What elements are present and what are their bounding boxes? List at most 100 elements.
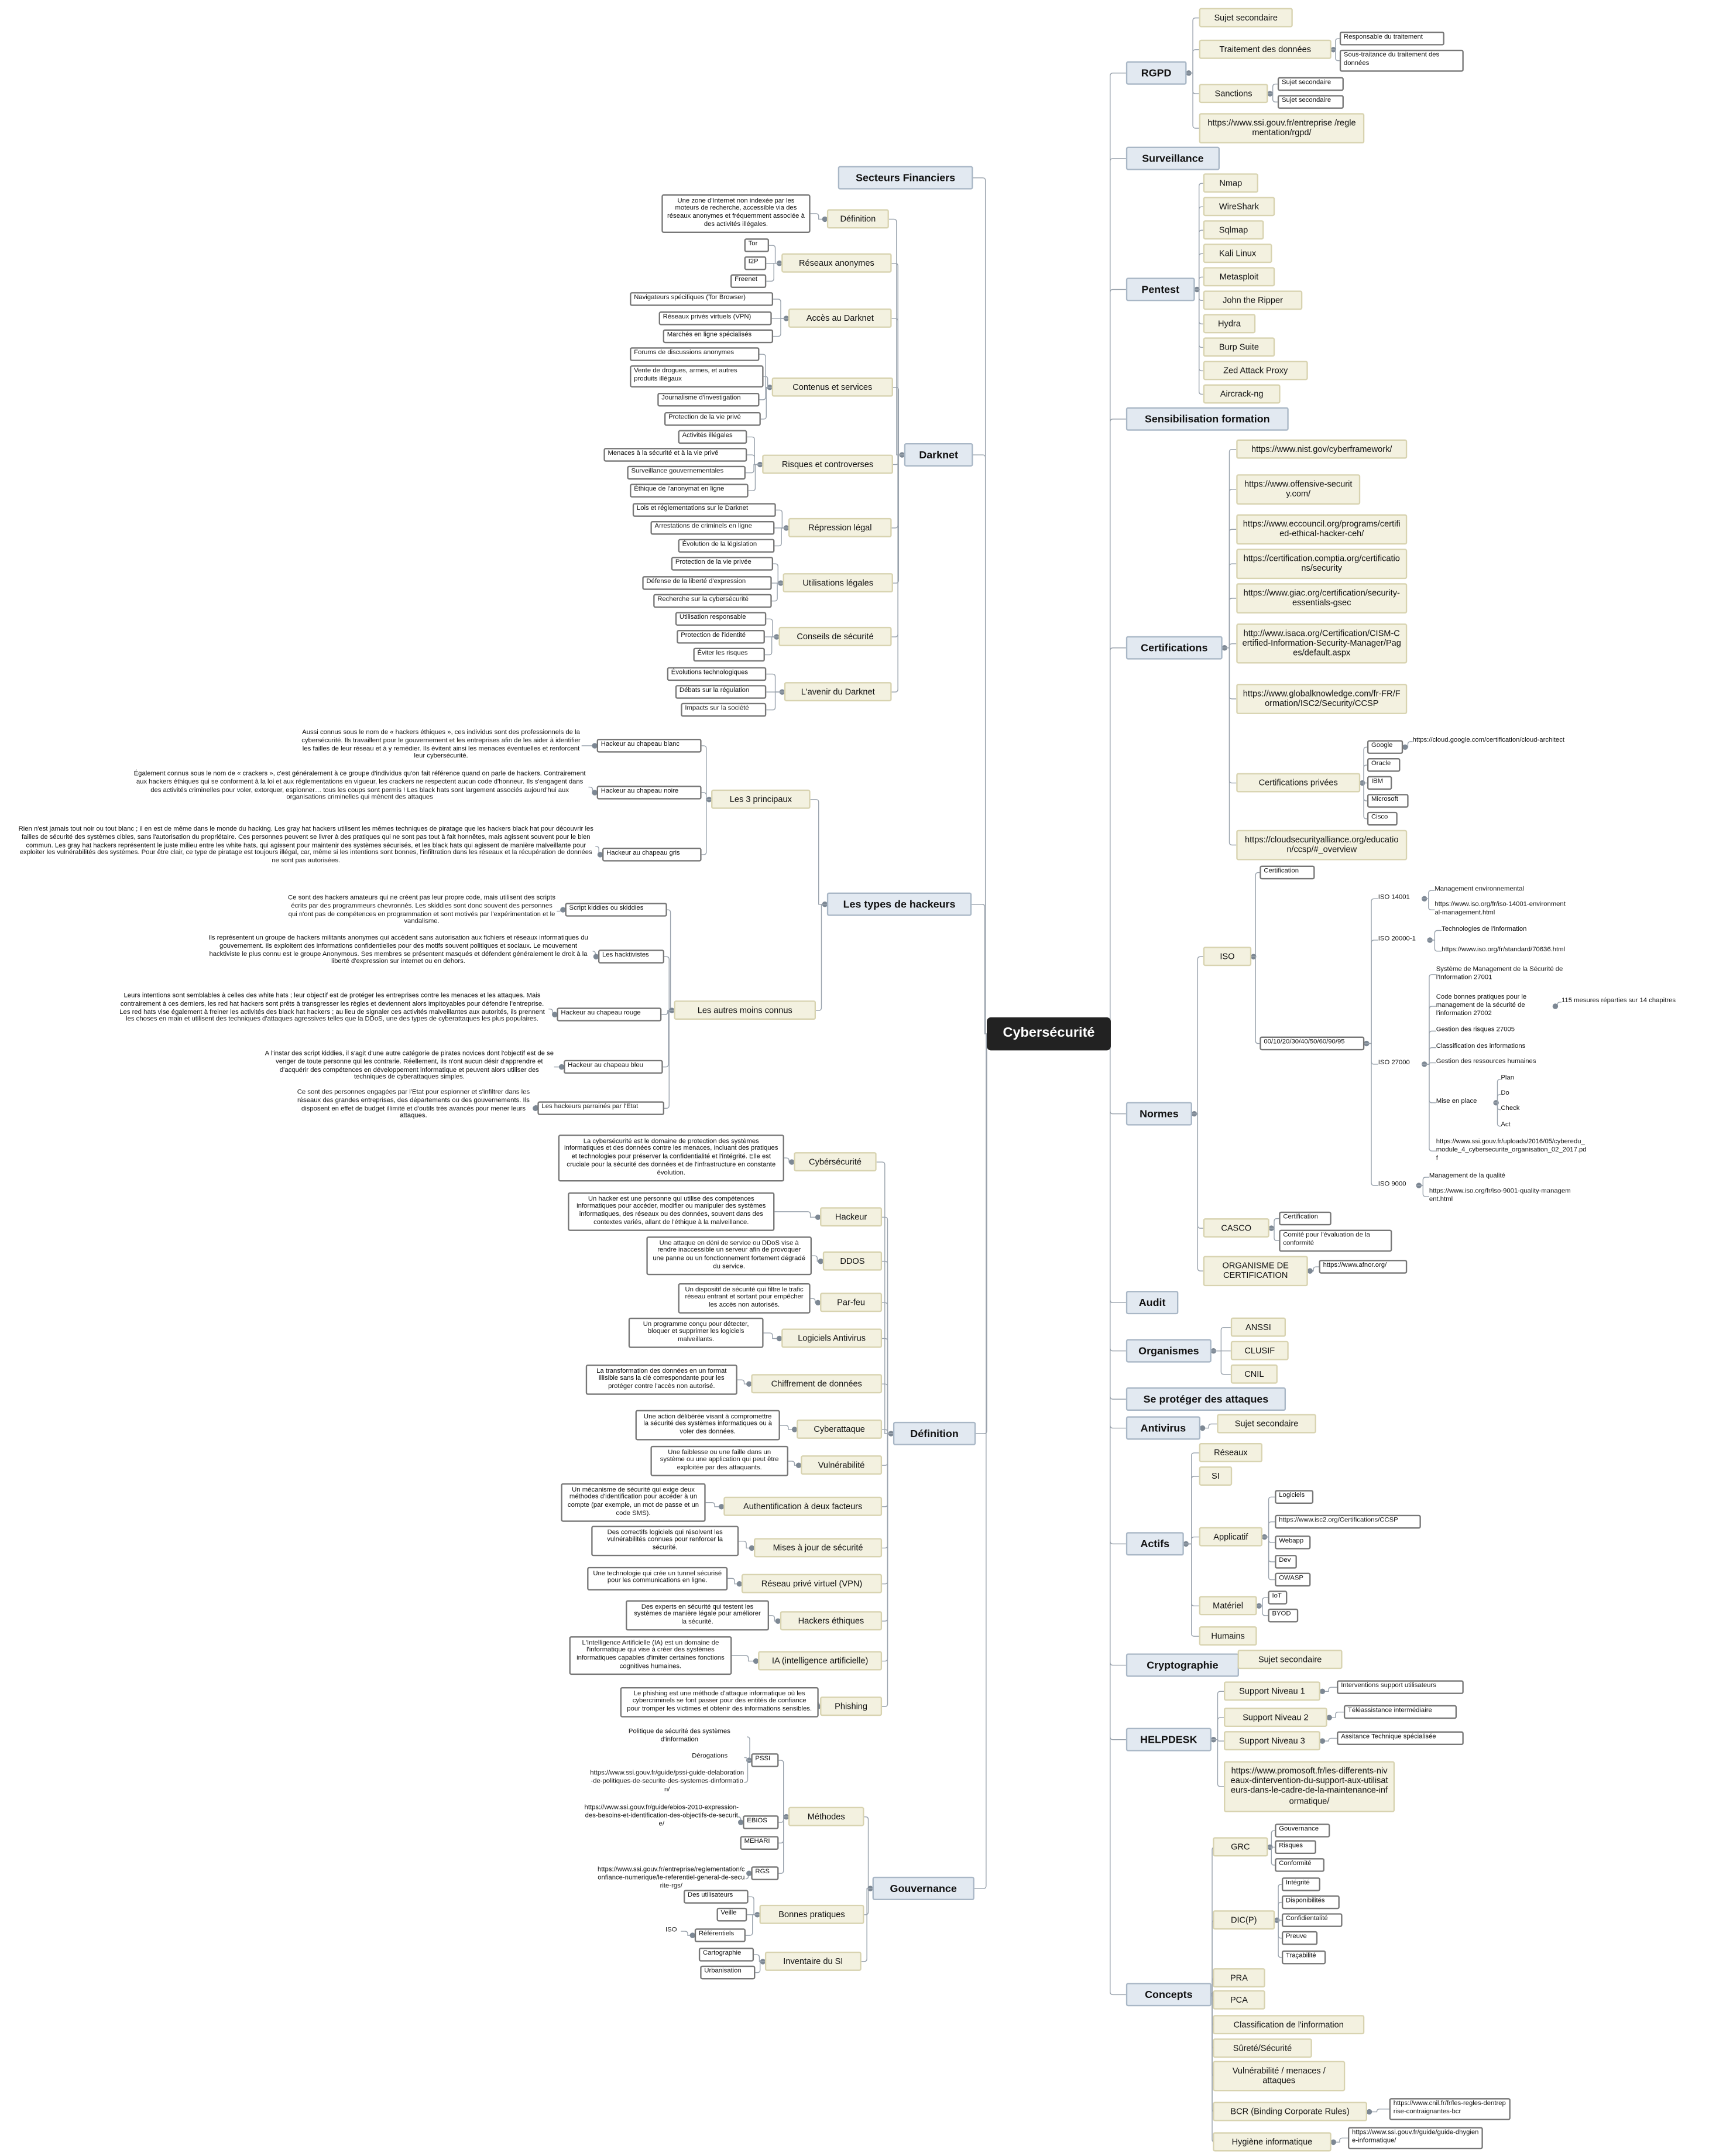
main-topic-certif[interactable]: Certifications (1125, 636, 1223, 660)
topic-d4d[interactable]: Protection de la vie privé (664, 412, 761, 426)
topic-isoc[interactable]: Certification (1260, 865, 1315, 880)
topic-k2[interactable]: DIC(P) (1213, 1910, 1275, 1931)
topic-a3a[interactable]: Logiciels (1275, 1490, 1314, 1504)
topic-f7[interactable]: Cyberattaque (797, 1419, 883, 1439)
topic-k2e[interactable]: Traçabilité (1281, 1950, 1326, 1965)
topic-iso[interactable]: ISO (1203, 947, 1252, 967)
topic-hk2et[interactable]: Ce sont des personnes engagées par l'Eta… (290, 1089, 538, 1121)
topic-g1a[interactable]: PSSI (751, 1753, 779, 1768)
topic-a1[interactable]: Réseaux (1199, 1442, 1262, 1463)
topic-hk2bt[interactable]: Ils représentent un groupe de hackers mi… (204, 935, 593, 967)
topic-f12[interactable]: Hackers éthiques (780, 1611, 883, 1631)
topic-f4[interactable]: Par-feu (820, 1293, 883, 1313)
topic-k8[interactable]: BCR (Binding Corporate Rules) (1213, 2102, 1367, 2122)
topic-g2c[interactable]: Référentiels (694, 1928, 746, 1943)
topic-d8a[interactable]: Utilisation responsable (675, 612, 767, 626)
topic-p6[interactable]: John the Ripper (1203, 290, 1303, 311)
topic-f8[interactable]: Vulnérabilité (801, 1455, 883, 1476)
topic-a3e[interactable]: OWASP (1275, 1572, 1311, 1587)
topic-k9[interactable]: Hygiène informatique (1213, 2132, 1331, 2152)
topic-h2a[interactable]: Téléassistance intermédiaire (1343, 1705, 1457, 1719)
topic-k2a[interactable]: Intégrité (1281, 1877, 1320, 1891)
topic-hk2[interactable]: Les autres moins connus (674, 1000, 816, 1021)
topic-f5t[interactable]: Un programme conçu pour détecter, bloque… (628, 1317, 764, 1349)
topic-g1a2[interactable]: Dérogations (675, 1754, 744, 1762)
topic-hk2dt[interactable]: A l'instar des script kiddies, il s'agit… (265, 1051, 554, 1083)
topic-a4a[interactable]: IoT (1268, 1591, 1288, 1605)
topic-d3c[interactable]: Marchés en ligne spécialisés (663, 329, 774, 344)
topic-cascoa[interactable]: Certification (1279, 1211, 1331, 1226)
topic-d4b[interactable]: Vente de drogues, armes, et autres produ… (630, 365, 764, 388)
topic-d5[interactable]: Risques et controverses (762, 454, 893, 475)
topic-pdca1[interactable]: Plan (1501, 1075, 1521, 1084)
topic-hk1at[interactable]: Aussi connus sous le nom de « hackers ét… (300, 730, 581, 762)
topic-c6[interactable]: http://www.isaca.org/Certification/CISM-… (1236, 623, 1408, 664)
topic-hk2b[interactable]: Les hacktivistes (598, 950, 665, 964)
topic-i27c[interactable]: Gestion des risques 27005 (1436, 1027, 1546, 1036)
topic-p1[interactable]: Nmap (1203, 173, 1258, 194)
topic-k1[interactable]: GRC (1213, 1837, 1268, 1857)
topic-d6a[interactable]: Lois et réglementations sur le Darknet (632, 503, 776, 517)
main-topic-sensib[interactable]: Sensibilisation formation (1125, 407, 1289, 431)
topic-i27e[interactable]: Gestion des ressources humaines (1436, 1059, 1567, 1067)
topic-f14t[interactable]: Le phishing est une méthode d'attaque in… (620, 1687, 819, 1718)
collapse-toggle-icon[interactable] (1307, 1268, 1313, 1274)
topic-k4[interactable]: PCA (1213, 1990, 1265, 2010)
topic-pdca3[interactable]: Check (1501, 1106, 1528, 1114)
topic-d6[interactable]: Répression légal (788, 517, 892, 538)
topic-d7c[interactable]: Recherche sur la cybersécurité (653, 594, 772, 608)
topic-a3b[interactable]: https://www.isc2.org/Certifications/CCSP (1275, 1514, 1421, 1529)
topic-f9[interactable]: Authentification à deux facteurs (723, 1496, 883, 1517)
topic-i14[interactable]: ISO 14001 (1378, 895, 1422, 903)
main-topic-surv[interactable]: Surveillance (1125, 146, 1220, 170)
topic-d3[interactable]: Accès au Darknet (788, 308, 892, 328)
topic-f2[interactable]: Hackeur (820, 1207, 883, 1228)
topic-o3[interactable]: CNIL (1230, 1364, 1278, 1384)
topic-d8c[interactable]: Éviter les risques (693, 647, 765, 662)
main-topic-pentest[interactable]: Pentest (1125, 277, 1195, 301)
topic-c8a[interactable]: Google (1367, 740, 1403, 755)
topic-hk2d[interactable]: Hackeur au chapeau bleu (564, 1060, 663, 1074)
topic-hk1b[interactable]: Hackeur au chapeau noire (596, 786, 702, 800)
topic-a3d[interactable]: Dev (1275, 1555, 1297, 1569)
topic-d2a[interactable]: Tor (744, 238, 769, 253)
topic-k8a[interactable]: https://www.cnil.fr/fr/les-regles-dentre… (1389, 2098, 1511, 2120)
topic-d8[interactable]: Conseils de sécurité (778, 626, 892, 647)
topic-hk2ct[interactable]: Leurs intentions sont semblables à celle… (116, 993, 548, 1025)
topic-d7[interactable]: Utilisations légales (783, 573, 893, 594)
topic-f14[interactable]: Phishing (820, 1696, 883, 1717)
topic-d5d[interactable]: Éthique de l'anonymat en ligne (630, 484, 749, 498)
topic-a3c[interactable]: Webapp (1275, 1535, 1311, 1550)
main-topic-rgpd[interactable]: RGPD (1125, 61, 1187, 85)
topic-c3[interactable]: https://www.eccouncil.org/programs/certi… (1236, 514, 1408, 544)
topic-k6[interactable]: Sûreté/Sécurité (1213, 2038, 1312, 2059)
topic-cascob[interactable]: Comité pour l'évaluation de la conformit… (1279, 1229, 1392, 1252)
topic-d5a[interactable]: Activités illégales (678, 430, 747, 444)
topic-i90b[interactable]: https://www.iso.org/fr/iso-9001-quality-… (1429, 1188, 1574, 1204)
topic-d4[interactable]: Contenus et services (771, 377, 893, 397)
topic-orgc[interactable]: ORGANISME DE CERTIFICATION (1203, 1256, 1308, 1286)
topic-f4t[interactable]: Un dispositif de sécurité qui filtre le … (678, 1283, 811, 1314)
topic-g1b[interactable]: EBIOS (743, 1815, 779, 1829)
topic-g3b[interactable]: Urbanisation (700, 1965, 756, 1980)
topic-c1[interactable]: https://www.nist.gov/cyberframework/ (1236, 439, 1408, 460)
topic-p3[interactable]: Sqlmap (1203, 220, 1264, 241)
topic-i27a[interactable]: Système de Management de la Sécurité de … (1436, 966, 1588, 982)
topic-k7[interactable]: Vulnérabilité / menaces / attaques (1213, 2061, 1346, 2092)
topic-c8a1[interactable]: https://cloud.google.com/certification/c… (1413, 738, 1567, 746)
topic-i20b[interactable]: https://www.iso.org/fr/standard/70636.ht… (1442, 947, 1579, 955)
main-topic-gouv[interactable]: Gouvernance (872, 1876, 974, 1901)
topic-i90a[interactable]: Management de la qualité (1429, 1173, 1539, 1181)
main-topic-helpdesk[interactable]: HELPDESK (1125, 1727, 1212, 1751)
topic-p8[interactable]: Burp Suite (1203, 337, 1275, 358)
topic-g1d[interactable]: RGS (751, 1866, 779, 1881)
topic-i27d[interactable]: Classification des informations (1436, 1044, 1560, 1052)
topic-f13[interactable]: IA (intelligence artificielle) (758, 1651, 883, 1671)
central-topic[interactable]: Cybersécurité (987, 1017, 1111, 1051)
main-topic-antiv[interactable]: Antivirus (1125, 1416, 1201, 1440)
topic-k1c[interactable]: Conformité (1275, 1858, 1324, 1872)
topic-hk1bt[interactable]: Également connus sous le nom de « cracke… (131, 772, 589, 803)
topic-d2b[interactable]: I2P (744, 256, 767, 270)
collapse-toggle-icon[interactable] (1319, 1738, 1326, 1744)
main-topic-normes[interactable]: Normes (1125, 1102, 1192, 1126)
